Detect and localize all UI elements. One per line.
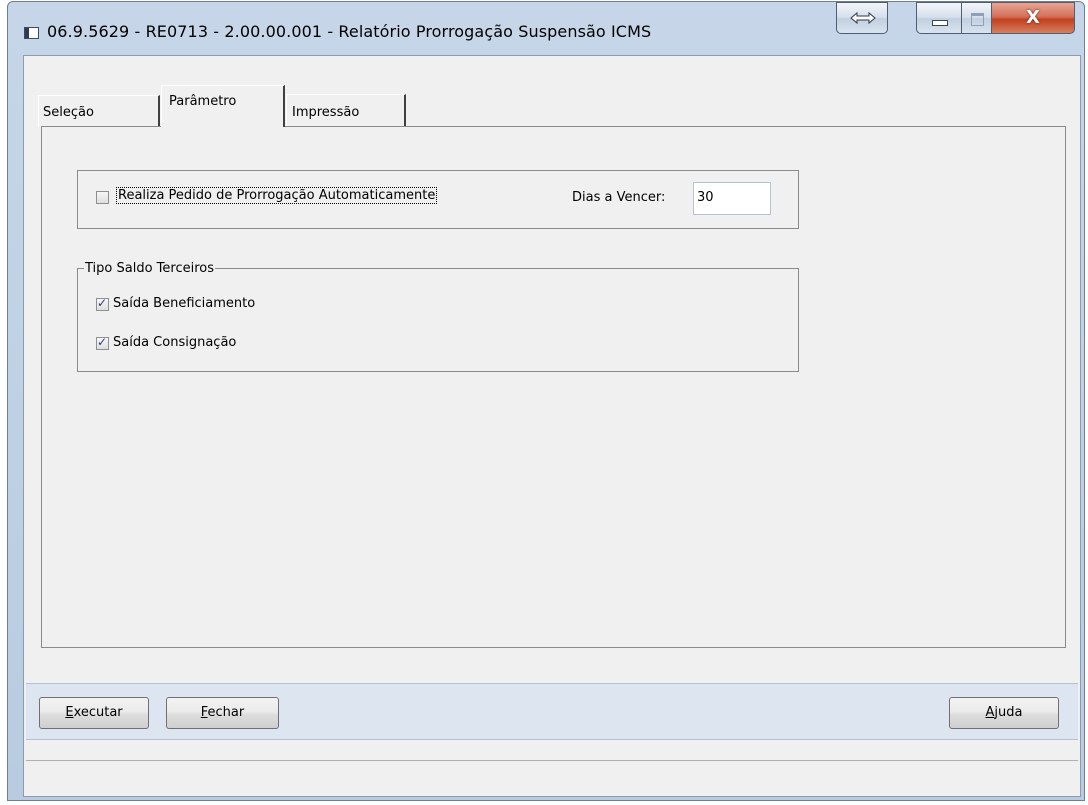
close-icon: X	[1026, 7, 1040, 28]
tab-selecao[interactable]: Seleção	[38, 95, 160, 127]
resize-button[interactable]	[836, 2, 888, 34]
app-icon[interactable]	[24, 27, 39, 39]
tab-impressao[interactable]: Impressão	[286, 94, 406, 127]
auto-extension-checkbox[interactable]	[96, 191, 109, 204]
help-button[interactable]: Ajuda	[949, 697, 1059, 729]
balance-type-legend: Tipo Saldo Terceiros	[84, 261, 215, 276]
tab-label: Seleção	[43, 105, 94, 120]
days-to-expire-input[interactable]: 30	[693, 182, 771, 215]
close-dialog-button[interactable]: Fechar	[166, 697, 279, 729]
close-button[interactable]: X	[991, 2, 1075, 34]
maximize-button[interactable]	[961, 2, 992, 34]
window-title: 06.9.5629 - RE0713 - 2.00.00.001 - Relat…	[47, 22, 652, 41]
title-bar[interactable]: 06.9.5629 - RE0713 - 2.00.00.001 - Relat…	[8, 2, 1084, 54]
saida-consignacao-label[interactable]: Saída Consignação	[113, 335, 236, 350]
resize-arrows-icon	[850, 11, 876, 25]
status-bar	[26, 760, 1078, 795]
balance-type-group	[77, 268, 799, 372]
client-area: Seleção Parâmetro Impressão Realiza Pedi…	[23, 55, 1081, 797]
saida-consignacao-checkbox[interactable]	[96, 335, 109, 350]
minimize-button[interactable]	[916, 2, 962, 34]
saida-beneficiamento-label[interactable]: Saída Beneficiamento	[113, 296, 255, 311]
execute-button[interactable]: Executar	[39, 697, 149, 729]
tab-label: Impressão	[292, 105, 360, 120]
saida-beneficiamento-checkbox[interactable]	[96, 296, 109, 311]
days-to-expire-label: Dias a Vencer:	[572, 190, 666, 205]
tab-label: Parâmetro	[169, 94, 237, 109]
button-bar: Executar Fechar Ajuda	[26, 683, 1078, 740]
app-window: 06.9.5629 - RE0713 - 2.00.00.001 - Relat…	[7, 1, 1085, 801]
tab-parametro[interactable]: Parâmetro	[161, 85, 285, 127]
auto-extension-label[interactable]: Realiza Pedido de Prorrogação Automatica…	[116, 187, 438, 204]
